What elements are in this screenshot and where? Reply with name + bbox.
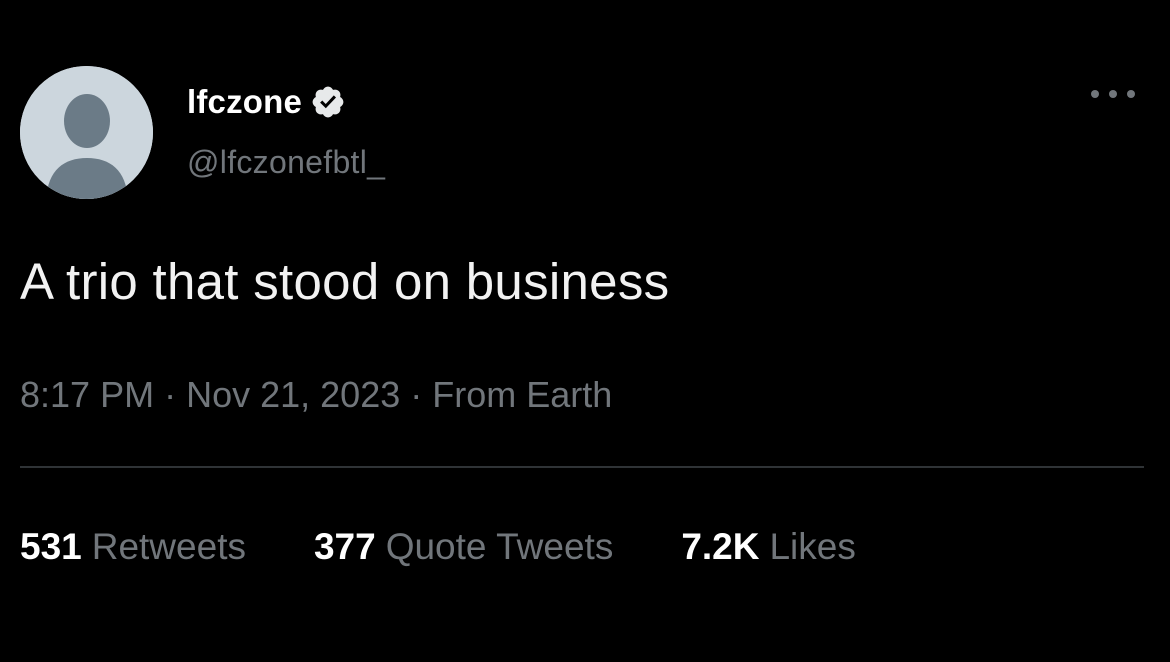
quote-tweets-stat[interactable]: 377 Quote Tweets xyxy=(314,526,613,568)
tweet-time[interactable]: 8:17 PM xyxy=(20,374,154,415)
display-name[interactable]: lfczone xyxy=(187,83,302,121)
meta-separator: · xyxy=(164,374,177,415)
author-name-row[interactable]: lfczone xyxy=(187,80,346,124)
engagement-stats: 531 Retweets 377 Quote Tweets 7.2K Likes xyxy=(20,526,856,568)
tweet-card: lfczone @lfczonefbtl_ A trio that stood … xyxy=(0,0,1170,662)
retweets-stat[interactable]: 531 Retweets xyxy=(20,526,246,568)
likes-label: Likes xyxy=(769,526,856,567)
retweets-label: Retweets xyxy=(91,526,246,567)
more-options-icon xyxy=(1091,90,1135,98)
meta-separator: · xyxy=(410,374,423,415)
quote-tweets-count: 377 xyxy=(313,526,376,567)
likes-stat[interactable]: 7.2K Likes xyxy=(681,526,856,568)
divider xyxy=(20,466,1144,468)
quote-tweets-label: Quote Tweets xyxy=(385,526,614,567)
retweets-count: 531 xyxy=(20,526,82,567)
author-handle[interactable]: @lfczonefbtl_ xyxy=(187,144,385,181)
tweet-source: From Earth xyxy=(432,374,613,415)
avatar[interactable] xyxy=(20,66,153,199)
verified-badge-icon xyxy=(310,84,346,120)
tweet-meta: 8:17 PM · Nov 21, 2023 · From Earth xyxy=(20,374,612,416)
tweet-date[interactable]: Nov 21, 2023 xyxy=(186,374,400,415)
tweet-text: A trio that stood on business xyxy=(20,253,670,310)
more-options-button[interactable] xyxy=(1089,84,1137,104)
default-avatar-icon xyxy=(20,66,153,199)
likes-count: 7.2K xyxy=(681,526,760,567)
